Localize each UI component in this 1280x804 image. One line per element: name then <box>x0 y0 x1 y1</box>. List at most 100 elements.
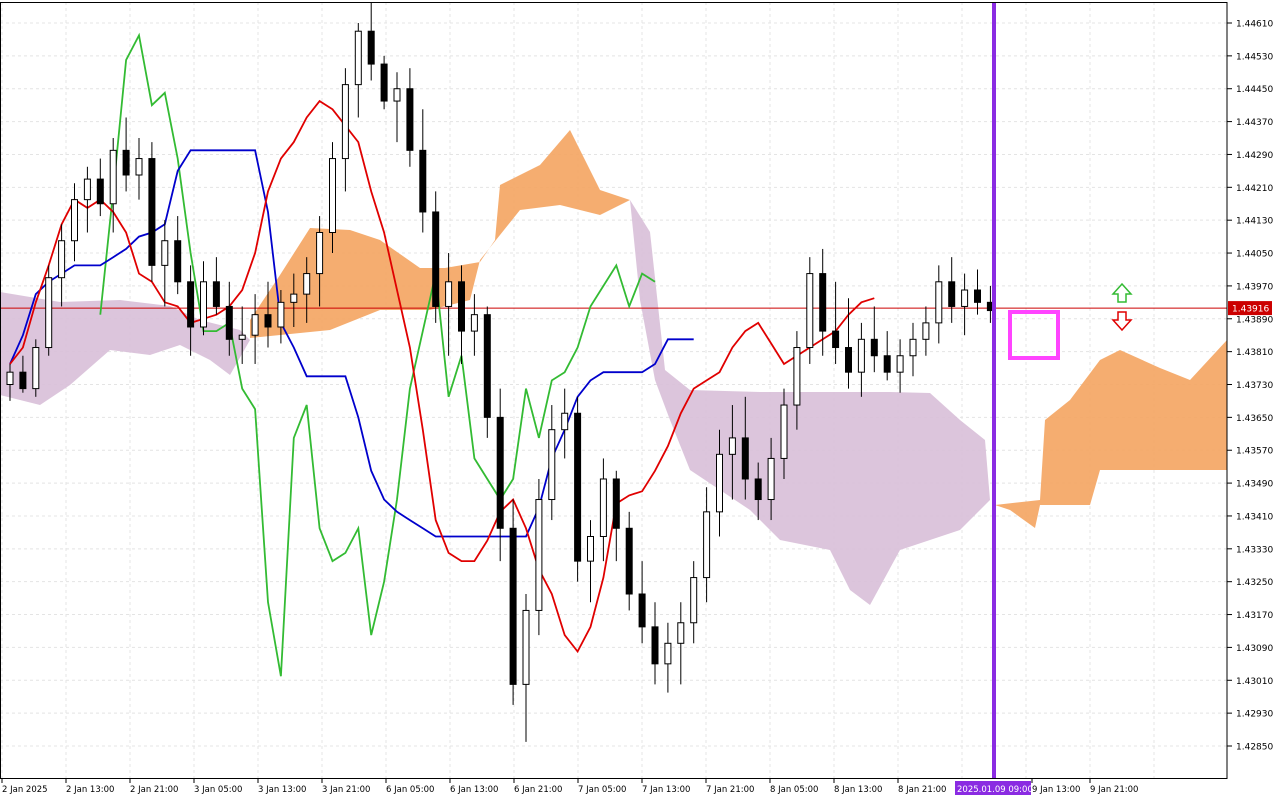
candle-body-bear <box>741 437 749 480</box>
candle-body-bull <box>690 577 698 624</box>
candle-body-bull <box>109 149 117 205</box>
price-tick-label: 1.44210 <box>1236 184 1273 194</box>
time-tick-label: 3 Jan 05:00 <box>194 785 242 795</box>
candle-body-bear <box>496 416 504 529</box>
candle-body-bull <box>664 642 672 665</box>
candle-body-bear <box>380 63 388 102</box>
candle-body-bull <box>922 322 930 340</box>
price-tick-label: 1.44290 <box>1236 151 1273 161</box>
time-tick-label: 2 Jan 21:00 <box>130 785 178 795</box>
candle-body-bull <box>780 404 788 459</box>
candle-body-bull <box>535 499 543 611</box>
price-tick-label: 1.43010 <box>1236 677 1273 687</box>
candle[interactable] <box>45 265 53 356</box>
time-tick-label: 6 Jan 13:00 <box>450 785 498 795</box>
time-tick-label: 8 Jan 21:00 <box>898 785 946 795</box>
candle-body-bull <box>703 511 711 579</box>
candle-body-bull <box>548 429 556 501</box>
chart-canvas[interactable]: 1.44610 1.44530 1.44450 1.44370 1.44290 1.442… <box>0 0 1280 800</box>
price-tick-label: 1.44050 <box>1236 250 1273 260</box>
time-tick-label: 9 Jan 13:00 <box>1032 785 1080 795</box>
time-tick-label: 7 Jan 21:00 <box>706 785 754 795</box>
candle-body-bull <box>83 178 91 201</box>
candle-body-bear <box>174 240 182 283</box>
candle-body-bear <box>264 314 272 328</box>
candle-body-bull <box>354 30 362 86</box>
candle-body-bull <box>135 158 143 176</box>
ichimoku-chart[interactable]: 1.44610 1.44530 1.44450 1.44370 1.44290 1.442… <box>0 0 1280 800</box>
candle-body-bull <box>716 453 723 513</box>
marker-time-label: 2025.01.09 09:00 <box>957 785 1033 795</box>
time-tick-label: 6 Jan 21:00 <box>514 785 562 795</box>
price-tick-label: 1.43650 <box>1236 414 1273 424</box>
candle-body-bull <box>561 412 569 431</box>
candle[interactable] <box>380 55 388 110</box>
candle[interactable] <box>148 142 156 282</box>
time-tick-label: 3 Jan 21:00 <box>322 785 370 795</box>
price-tick-label: 1.44530 <box>1236 52 1273 62</box>
candle-body-bull <box>470 314 478 332</box>
time-tick-label: 3 Jan 13:00 <box>258 785 306 795</box>
candle[interactable] <box>574 396 582 582</box>
price-tick-label: 1.44610 <box>1236 20 1273 30</box>
candle-body-bear <box>625 527 633 595</box>
candle-body-bear <box>458 281 465 332</box>
candle-body-bull <box>909 338 917 357</box>
candle[interactable] <box>509 499 517 705</box>
candle-body-bear <box>832 330 840 349</box>
price-tick-label: 1.43250 <box>1236 578 1273 588</box>
price-tick-label: 1.43490 <box>1236 480 1273 490</box>
price-tick-label: 1.43170 <box>1236 611 1273 621</box>
candle-body-bear <box>148 158 156 266</box>
time-tick-label: 8 Jan 05:00 <box>770 785 818 795</box>
candle-body-bear <box>225 305 233 340</box>
candle-body-bull <box>58 240 66 279</box>
price-tick-label: 1.44130 <box>1236 217 1273 227</box>
price-tick-label: 1.43730 <box>1236 381 1273 391</box>
candle-body-bull <box>200 281 207 328</box>
price-tick-label: 1.43810 <box>1236 348 1273 358</box>
candle-body-bear <box>187 281 195 328</box>
candle-body-bull <box>857 338 865 373</box>
price-tick-label: 1.43890 <box>1236 315 1273 325</box>
time-tick-label: 2 Jan 13:00 <box>66 785 114 795</box>
price-tick-label: 1.42930 <box>1236 710 1273 720</box>
time-tick-label: 9 Jan 21:00 <box>1090 785 1138 795</box>
price-tick-label: 1.43330 <box>1236 545 1273 555</box>
candle-body-bull <box>961 289 969 307</box>
candle-body-bear <box>612 478 620 529</box>
price-tick-label: 1.43570 <box>1236 447 1273 457</box>
candle-body-bear <box>96 178 104 205</box>
candle[interactable] <box>32 339 40 397</box>
current-price-label: 1.43916 <box>1232 305 1269 315</box>
price-tick-label: 1.43090 <box>1236 644 1273 654</box>
candle-body-bull <box>935 281 943 324</box>
candle-body-bull <box>303 273 311 295</box>
candle-body-bull <box>806 273 814 349</box>
candle-body-bull <box>251 314 259 336</box>
candle-body-bear <box>754 478 762 501</box>
candle-body-bear <box>419 149 427 213</box>
candle[interactable] <box>806 257 814 364</box>
candle-body-bull <box>71 199 78 242</box>
candle-body-bear <box>974 289 981 303</box>
candle-body-bull <box>599 478 607 537</box>
candle-body-bull <box>341 84 349 160</box>
candle-body-bull <box>329 158 336 234</box>
candle-body-bull <box>161 240 169 266</box>
candle-body-bull <box>522 609 530 685</box>
time-tick-label: 6 Jan 05:00 <box>386 785 434 795</box>
time-tick-label: 7 Jan 13:00 <box>642 785 690 795</box>
candle-body-bear <box>651 626 659 665</box>
candle-body-bear <box>870 338 878 357</box>
candle-body-bull <box>896 355 904 373</box>
time-tick-label: 2 Jan 2025 <box>2 785 48 795</box>
price-tick-label: 1.44370 <box>1236 118 1273 128</box>
candle-body-bull <box>45 277 53 349</box>
price-tick-label: 1.43970 <box>1236 282 1273 292</box>
candle-body-bear <box>406 88 414 151</box>
candle-body-bull <box>767 457 775 501</box>
candle-body-bull <box>587 535 594 562</box>
candle-body-bull <box>32 347 40 390</box>
time-tick-label: 8 Jan 13:00 <box>834 785 882 795</box>
